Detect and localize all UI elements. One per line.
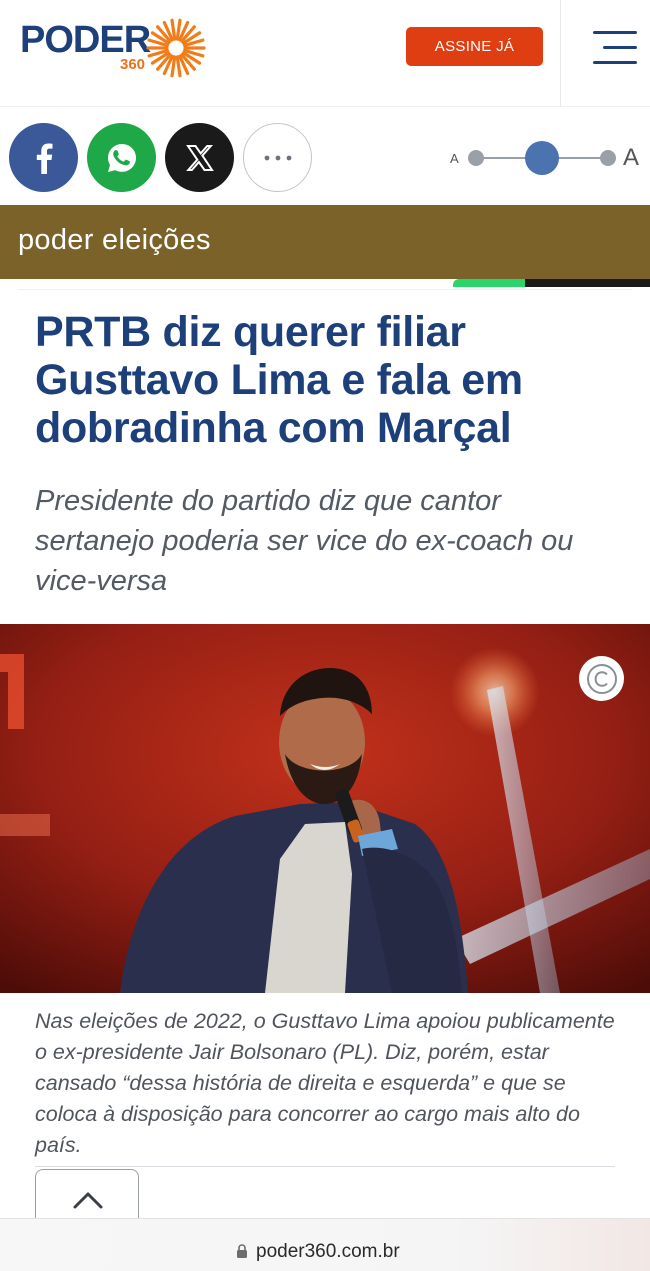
font-size-knob[interactable] [525,141,559,175]
font-size-step-large[interactable] [600,150,616,166]
photo-caption: Nas eleições de 2022, o Gusttavo Lima ap… [35,1009,615,1157]
section-label: poder eleições [18,224,211,256]
divider [18,289,632,290]
logo-wordmark: PODER [20,19,151,61]
article-photo[interactable] [0,624,650,993]
copyright-button[interactable] [579,656,624,701]
font-size-large-label: A [623,144,640,171]
section-accent-stripe [453,279,650,287]
whatsapp-share-button[interactable] [87,123,156,192]
whatsapp-icon [107,143,136,172]
hamburger-menu-icon[interactable] [593,31,637,65]
article-subtitle: Presidente do partido diz que cantor ser… [35,485,574,597]
header-divider [560,0,561,107]
article-headline: PRTB diz querer filiar Gusttavo Lima e f… [35,308,523,452]
divider [35,1166,615,1167]
more-share-options-button[interactable] [243,123,312,192]
subscribe-button[interactable]: ASSINE JÁ [406,27,543,66]
facebook-share-button[interactable] [9,123,78,192]
scroll-to-top-button[interactable] [35,1169,139,1224]
site-header: PODER 360 ASSINE JÁ [0,0,650,107]
facebook-icon [36,143,52,174]
lock-icon [237,1244,247,1258]
chevron-up-icon [73,1192,103,1209]
x-share-button[interactable] [165,123,234,192]
share-toolbar: A A [0,107,650,205]
ellipsis-icon [264,155,291,160]
font-size-step-small[interactable] [468,150,484,166]
section-banner[interactable]: poder eleições [0,205,650,279]
logo-number: 360 [120,56,146,73]
copyright-icon [586,663,617,694]
sun-icon [146,18,206,78]
url-text: poder360.com.br [256,1241,400,1262]
font-size-slider[interactable]: A A [448,141,644,175]
font-size-small-label: A [450,151,459,166]
browser-url-bar[interactable]: poder360.com.br [0,1218,650,1271]
poder360-logo[interactable]: PODER 360 [20,18,210,78]
x-icon [185,144,214,171]
singer-on-stage-image [0,624,650,993]
